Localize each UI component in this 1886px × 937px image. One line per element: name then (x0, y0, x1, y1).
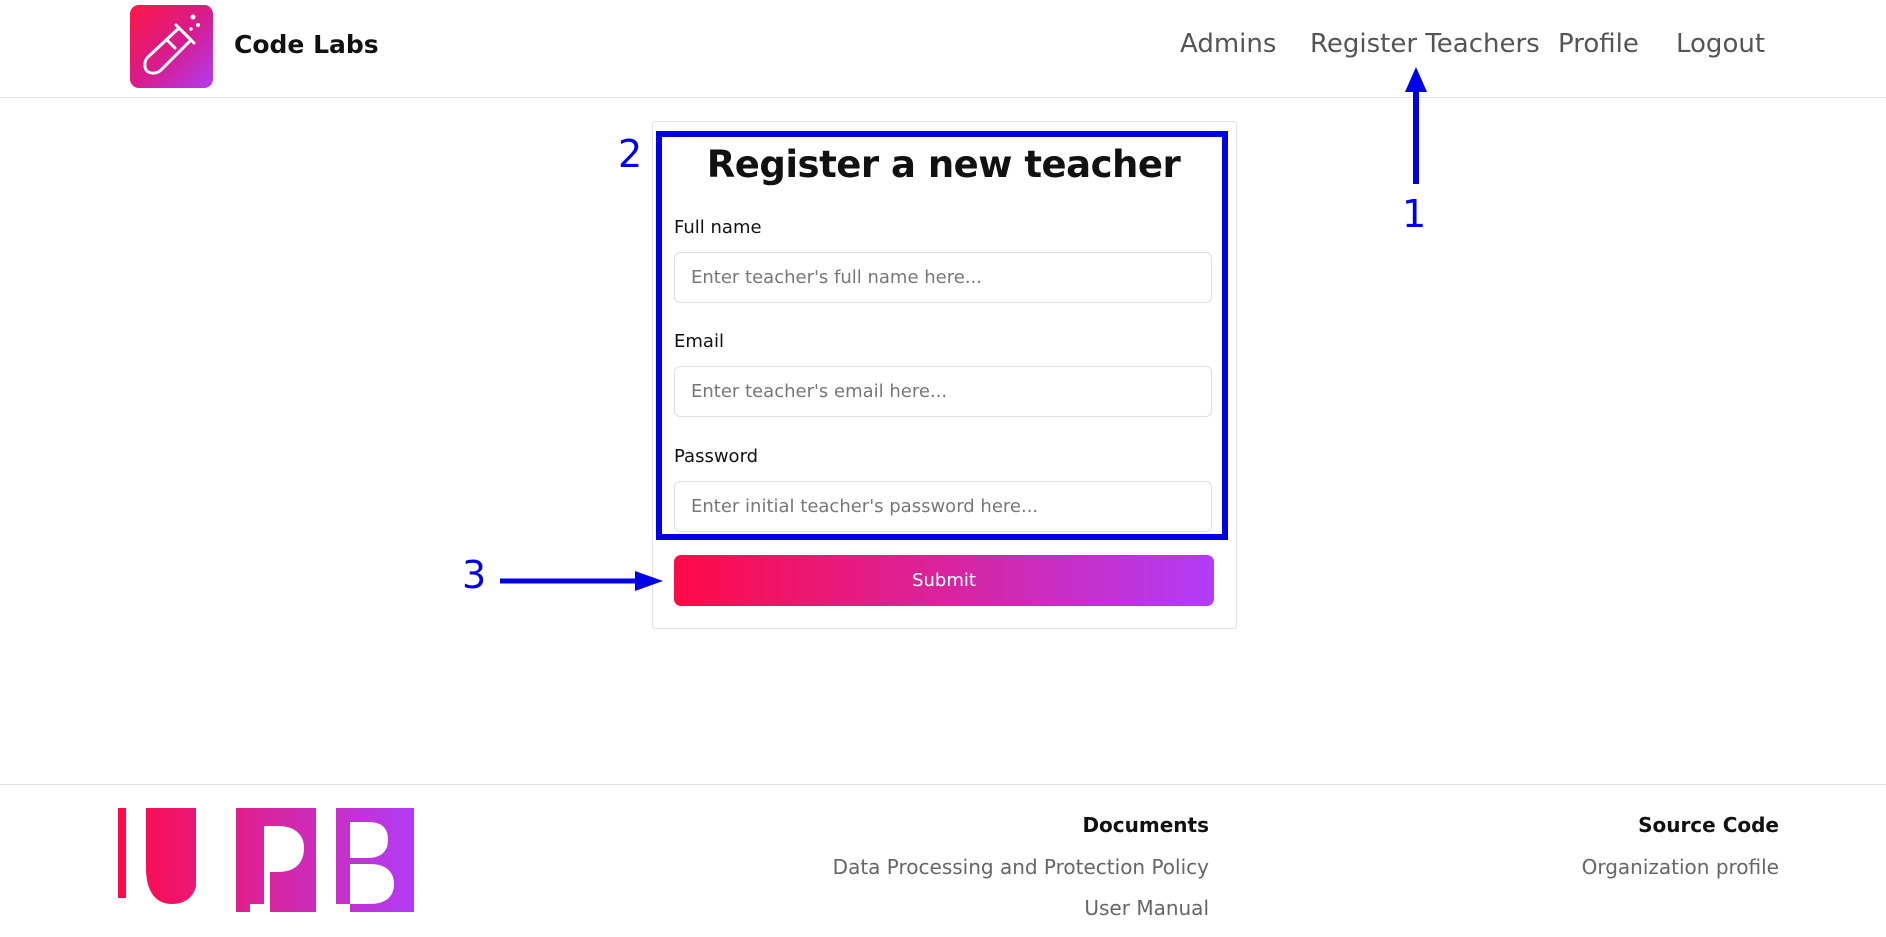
nav-register-teachers[interactable]: Register Teachers (1310, 29, 1540, 59)
annotation-arrow-up (1405, 67, 1427, 184)
submit-button[interactable]: Submit (674, 555, 1214, 606)
annotation-marker-2: 2 (618, 132, 643, 176)
app-logo[interactable] (130, 5, 213, 88)
udb-logo[interactable] (118, 808, 414, 912)
footer-source-code-heading: Source Code (1638, 813, 1779, 837)
footer-link-user-manual[interactable]: User Manual (1000, 896, 1209, 920)
nav-logout[interactable]: Logout (1676, 29, 1765, 59)
annotation-marker-1: 1 (1402, 192, 1427, 236)
test-tube-icon (143, 14, 200, 75)
nav-admins[interactable]: Admins (1180, 29, 1276, 59)
annotation-highlight-box (656, 131, 1228, 540)
footer-divider (0, 784, 1886, 785)
footer-link-data-policy[interactable]: Data Processing and Protection Policy (800, 855, 1209, 879)
brand-name: Code Labs (234, 30, 379, 59)
footer-documents-heading: Documents (1082, 813, 1209, 837)
nav-profile[interactable]: Profile (1558, 29, 1639, 59)
top-navbar: Code Labs Admins Register Teachers Profi… (0, 0, 1886, 98)
annotation-marker-3: 3 (462, 553, 487, 597)
annotation-arrow-right (500, 571, 663, 591)
footer-link-organization-profile[interactable]: Organization profile (1500, 855, 1779, 879)
